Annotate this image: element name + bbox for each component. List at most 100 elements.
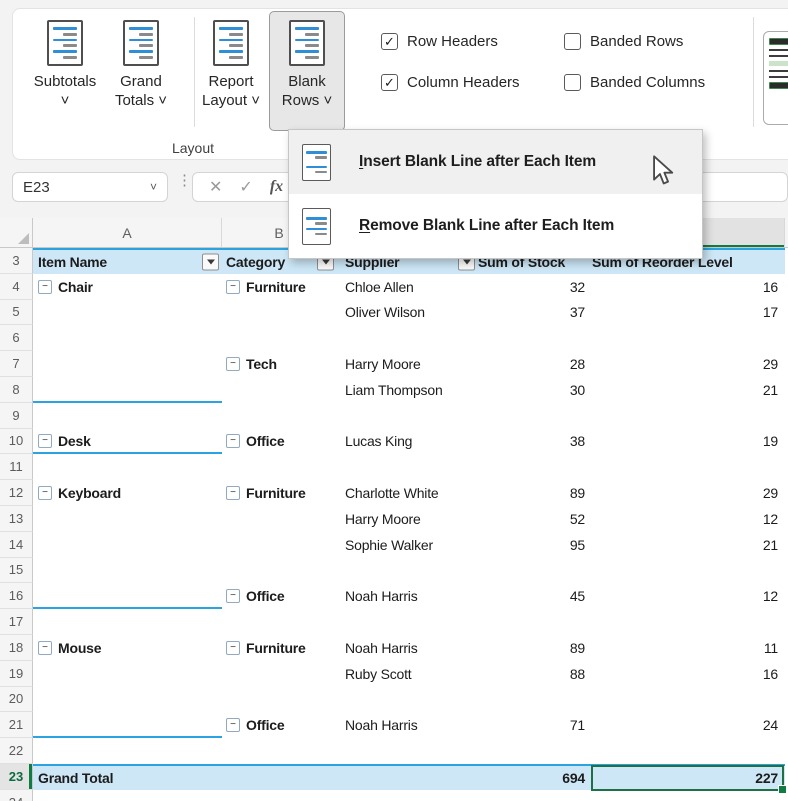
cell-E6[interactable]	[592, 325, 785, 351]
cell-B19[interactable]	[222, 661, 337, 687]
cell-C9[interactable]	[337, 403, 478, 429]
cell-B21[interactable]: − Office	[222, 712, 337, 738]
collapse-icon[interactable]: −	[38, 640, 52, 655]
collapse-icon[interactable]: −	[226, 357, 240, 372]
cell-E11[interactable]	[592, 454, 785, 480]
row-header-23[interactable]: 23	[0, 763, 33, 790]
cell-B4[interactable]: − Furniture	[222, 274, 337, 300]
cell-C7[interactable]: Harry Moore	[337, 351, 478, 377]
cell-C19[interactable]: Ruby Scott	[337, 661, 478, 687]
cell-A16[interactable]	[33, 583, 222, 609]
cell-B8[interactable]	[222, 377, 337, 403]
cell-D21[interactable]: 71	[478, 712, 592, 738]
cell-C4[interactable]: Chloe Allen	[337, 274, 478, 300]
cell-B12[interactable]: − Furniture	[222, 480, 337, 506]
row-header-13[interactable]: 13	[0, 505, 33, 532]
cell-A10[interactable]: − Desk	[33, 429, 222, 455]
row-header-22[interactable]: 22	[0, 738, 33, 764]
formula-bar-options-icon[interactable]: ⋮	[177, 173, 192, 188]
cell-D9[interactable]	[478, 403, 592, 429]
pivot-style-gallery-icon[interactable]	[763, 31, 788, 125]
cell-B24[interactable]	[222, 790, 337, 801]
cell-D24[interactable]	[478, 790, 592, 801]
cell-A11[interactable]	[33, 454, 222, 480]
cell-B7[interactable]: − Tech	[222, 351, 337, 377]
checkbox-row-headers[interactable]: ✓ Row Headers	[381, 33, 564, 50]
cell-B13[interactable]	[222, 506, 337, 532]
cell-A20[interactable]	[33, 687, 222, 713]
cell-E23[interactable]: 227	[591, 763, 787, 794]
cell-B11[interactable]	[222, 454, 337, 480]
checkbox-banded-columns[interactable]: Banded Columns	[564, 74, 774, 91]
cell-D14[interactable]: 95	[478, 532, 592, 558]
cell-D16[interactable]: 45	[478, 583, 592, 609]
checkbox-column-headers-box[interactable]: ✓	[381, 74, 398, 91]
cell-B23[interactable]	[222, 763, 337, 790]
cell-D18[interactable]: 89	[478, 635, 592, 661]
cell-A24[interactable]	[33, 790, 222, 801]
cell-B16[interactable]: − Office	[222, 583, 337, 609]
cell-E16[interactable]: 12	[592, 583, 785, 609]
cell-E12[interactable]: 29	[592, 480, 785, 506]
cell-A21[interactable]	[33, 712, 222, 738]
cell-E15[interactable]	[592, 558, 785, 584]
row-header-18[interactable]: 18	[0, 634, 33, 661]
row-header-12[interactable]: 12	[0, 480, 33, 506]
row-header-15[interactable]: 15	[0, 557, 33, 584]
name-box[interactable]: E23 ˅	[12, 172, 168, 202]
cell-E17[interactable]	[592, 609, 785, 635]
cell-D6[interactable]	[478, 325, 592, 351]
cell-A13[interactable]	[33, 506, 222, 532]
cell-B6[interactable]	[222, 325, 337, 351]
ribbon-button-subtotals[interactable]: Subtotals ˅	[27, 11, 103, 131]
cell-D19[interactable]: 88	[478, 661, 592, 687]
cell-A6[interactable]	[33, 325, 222, 351]
cell-B14[interactable]	[222, 532, 337, 558]
cell-C24[interactable]	[337, 790, 478, 801]
checkbox-row-headers-box[interactable]: ✓	[381, 33, 398, 50]
cell-E21[interactable]: 24	[592, 712, 785, 738]
cell-E9[interactable]	[592, 403, 785, 429]
row-header-4[interactable]: 4	[0, 273, 33, 300]
cell-C21[interactable]: Noah Harris	[337, 712, 478, 738]
ribbon-button-report-layout[interactable]: Report Layout ˅	[193, 11, 269, 131]
menu-item-insert-blank-line[interactable]: Insert Blank Line after Each Item	[289, 130, 702, 194]
cell-C11[interactable]	[337, 454, 478, 480]
cell-C12[interactable]: Charlotte White	[337, 480, 478, 506]
cell-B9[interactable]	[222, 403, 337, 429]
cell-E19[interactable]: 16	[592, 661, 785, 687]
cell-C16[interactable]: Noah Harris	[337, 583, 478, 609]
cell-B20[interactable]	[222, 687, 337, 713]
cell-A8[interactable]	[33, 377, 222, 403]
cell-B15[interactable]	[222, 558, 337, 584]
select-all-corner[interactable]	[0, 218, 33, 247]
cell-E13[interactable]: 12	[592, 506, 785, 532]
collapse-icon[interactable]: −	[226, 589, 240, 604]
row-header-5[interactable]: 5	[0, 299, 33, 326]
cell-A17[interactable]	[33, 609, 222, 635]
row-header-20[interactable]: 20	[0, 686, 33, 713]
row-header-19[interactable]: 19	[0, 660, 33, 687]
row-header-7[interactable]: 7	[0, 351, 33, 377]
cell-B5[interactable]	[222, 300, 337, 326]
row-header-17[interactable]: 17	[0, 609, 33, 635]
collapse-icon[interactable]: −	[38, 279, 52, 294]
cell-D8[interactable]: 30	[478, 377, 592, 403]
cell-C20[interactable]	[337, 687, 478, 713]
row-header-10[interactable]: 10	[0, 428, 33, 455]
checkbox-banded-rows[interactable]: Banded Rows	[564, 33, 774, 50]
cell-A19[interactable]	[33, 661, 222, 687]
cell-C14[interactable]: Sophie Walker	[337, 532, 478, 558]
cell-D13[interactable]: 52	[478, 506, 592, 532]
cell-C22[interactable]	[337, 738, 478, 764]
row-header-8[interactable]: 8	[0, 376, 33, 403]
cell-D12[interactable]: 89	[478, 480, 592, 506]
row-header-6[interactable]: 6	[0, 325, 33, 352]
cell-D5[interactable]: 37	[478, 300, 592, 326]
row-header-14[interactable]: 14	[0, 531, 33, 558]
cell-D7[interactable]: 28	[478, 351, 592, 377]
name-box-chevron-icon[interactable]: ˅	[150, 180, 157, 194]
row-header-3[interactable]: 3	[0, 248, 33, 274]
cell-B22[interactable]	[222, 738, 337, 764]
collapse-icon[interactable]: −	[226, 640, 240, 655]
